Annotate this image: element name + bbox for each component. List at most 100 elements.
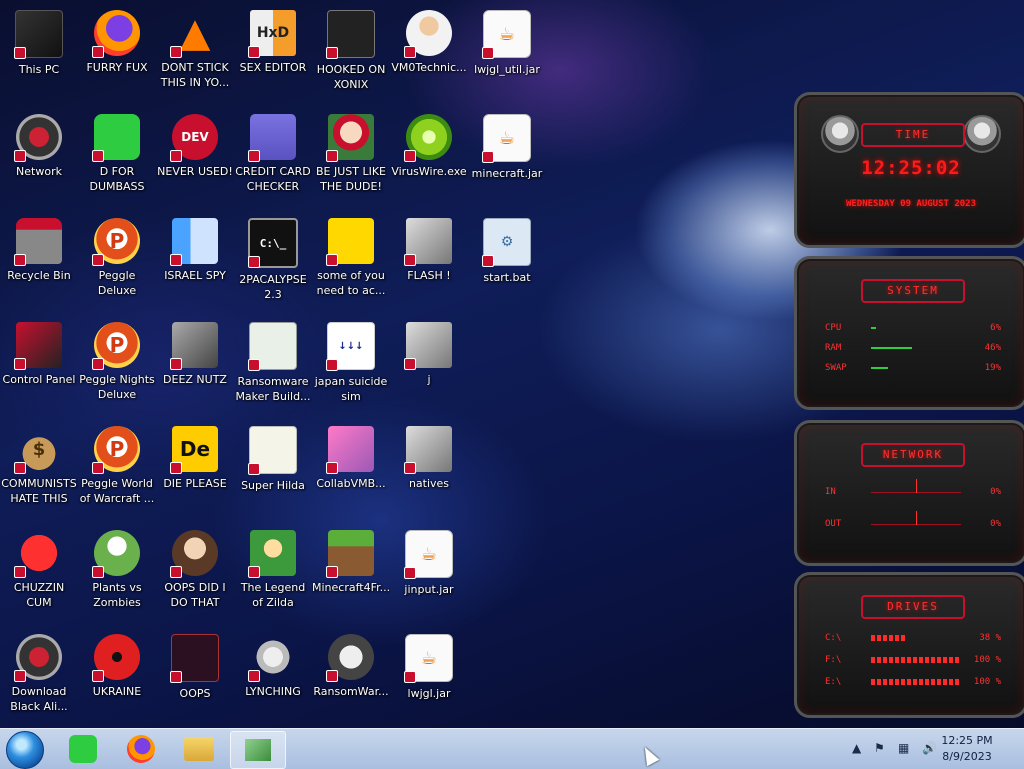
desktop-shortcut[interactable]: CollabVMB... xyxy=(312,420,390,520)
desktop-shortcut[interactable]: DEV NEVER USED! xyxy=(156,108,234,208)
this-pc-icon xyxy=(14,10,63,59)
window-app-icon xyxy=(248,322,297,371)
desktop-shortcut[interactable]: Minecraft4Fr... xyxy=(312,524,390,624)
desktop-shortcut[interactable]: HOOKED ON XONIX xyxy=(312,4,390,104)
desktop-shortcut[interactable]: natives xyxy=(390,420,468,520)
xonix-game-icon xyxy=(326,10,375,59)
shortcut-badge-icon xyxy=(248,463,260,475)
shortcut-badge-icon xyxy=(92,150,104,162)
desktop-shortcut-label: Plants vs Zombies xyxy=(92,581,142,609)
desktop-shortcut-label: LYNCHING xyxy=(245,685,301,698)
desktop-shortcut[interactable]: Ransomware Maker Build... xyxy=(234,316,312,416)
desktop-shortcut[interactable]: OOPS xyxy=(156,628,234,728)
desktop-shortcut[interactable]: ☕ lwjgl_util.jar xyxy=(468,4,546,104)
desktop-shortcut[interactable]: The Legend of Zilda xyxy=(234,524,312,624)
desktop-shortcut[interactable]: BE JUST LIKE THE DUDE! xyxy=(312,108,390,208)
shortcut-badge-icon xyxy=(248,566,260,578)
hilda-icon xyxy=(248,426,297,475)
desktop-shortcut[interactable]: D FOR DUMBASS xyxy=(78,108,156,208)
de-icon: De xyxy=(170,426,218,474)
desktop-shortcut[interactable]: ISRAEL SPY xyxy=(156,212,234,312)
network-icon[interactable]: ▦ xyxy=(898,741,909,755)
desktop-shortcut[interactable]: FLASH ! xyxy=(390,212,468,312)
desktop-shortcut[interactable]: DEEZ NUTZ xyxy=(156,316,234,416)
java-jar-icon: ☕ xyxy=(482,10,531,59)
widget-row-value: 19% xyxy=(984,363,1001,373)
action-center-flag-icon[interactable]: ⚑ xyxy=(874,741,885,755)
widget-row: C:\ 38 % xyxy=(825,631,1001,645)
shortcut-badge-icon xyxy=(326,359,338,371)
widget-row: SWAP 19% xyxy=(825,361,1001,375)
shortcut-badge-icon xyxy=(248,670,260,682)
shortcut-badge-icon xyxy=(326,462,338,474)
desktop-shortcut[interactable]: VirusWire.exe xyxy=(390,108,468,208)
widget-row-bar xyxy=(871,655,961,665)
taskbar-clock[interactable]: 12:25 PM 8/9/2023 xyxy=(932,733,1002,765)
shortcut-badge-icon xyxy=(248,150,260,162)
desktop-shortcut[interactable]: HxD SEX EDITOR xyxy=(234,4,312,104)
plants-icon xyxy=(92,530,140,578)
feedly-icon xyxy=(69,735,97,763)
desktop-shortcut[interactable]: P Peggle Nights Deluxe xyxy=(78,316,156,416)
desktop-shortcut-label: ISRAEL SPY xyxy=(164,269,226,282)
desktop-shortcut[interactable]: ⚙ start.bat xyxy=(468,212,546,312)
desktop-shortcut[interactable]: UKRAINE xyxy=(78,628,156,728)
desktop-shortcut[interactable]: Download Black Ali... xyxy=(0,628,78,728)
desktop-shortcut[interactable]: Plants vs Zombies xyxy=(78,524,156,624)
start-button[interactable] xyxy=(6,731,44,769)
desktop-shortcut[interactable]: ☕ lwjgl.jar xyxy=(390,628,468,728)
desktop-shortcut[interactable]: $ COMMUNISTS HATE THIS G... xyxy=(0,420,78,520)
desktop-shortcut[interactable]: CHUZZIN CUM xyxy=(0,524,78,624)
chevron-up-icon[interactable]: ▲ xyxy=(852,741,861,755)
drive-usage-fill xyxy=(871,635,906,641)
desktop-shortcut[interactable]: LYNCHING xyxy=(234,628,312,728)
desktop-shortcut[interactable]: CREDIT CARD CHECKER xyxy=(234,108,312,208)
alien-head-icon xyxy=(963,115,1001,153)
taskbar: ▲ ⚑ ▦ 🔊 12:25 PM 8/9/2023 xyxy=(0,728,1024,769)
taskbar-active-app-button[interactable] xyxy=(230,731,286,769)
java-jar-icon: ☕ xyxy=(404,530,453,579)
desktop-shortcut[interactable]: This PC xyxy=(0,4,78,104)
desktop-shortcut-label: UKRAINE xyxy=(92,685,142,698)
desktop-shortcut[interactable]: ▲ DONT STICK THIS IN YO... xyxy=(156,4,234,104)
network-widget: NETWORK IN 0% OUT 0% xyxy=(794,420,1024,566)
widget-row-key: OUT xyxy=(825,519,842,529)
widget-title: NETWORK xyxy=(861,443,965,467)
widget-title: SYSTEM xyxy=(861,279,965,303)
shortcut-badge-icon xyxy=(14,47,26,59)
taskbar-explorer-button[interactable] xyxy=(174,731,224,767)
shortcut-badge-icon xyxy=(14,150,26,162)
desktop-shortcut[interactable]: ☕ jinput.jar xyxy=(390,524,468,624)
taskbar-firefox-button[interactable] xyxy=(116,731,166,767)
desktop-shortcut[interactable]: De DIE PLEASE xyxy=(156,420,234,520)
widget-title: TIME xyxy=(861,123,965,147)
desktop-shortcut[interactable]: ↓↓↓ japan suicide sim xyxy=(312,316,390,416)
desktop-shortcut-label: japan suicide sim xyxy=(314,375,388,403)
java-jar-icon: ☕ xyxy=(482,114,531,163)
desktop-shortcut[interactable]: RansomWar... xyxy=(312,628,390,728)
folder-icon xyxy=(404,426,452,474)
desktop-shortcut[interactable]: FURRY FUX xyxy=(78,4,156,104)
desktop-shortcut[interactable]: j xyxy=(390,316,468,416)
desktop-shortcut[interactable]: P Peggle Deluxe xyxy=(78,212,156,312)
desktop-shortcut[interactable]: Network xyxy=(0,108,78,208)
system-widget: SYSTEM CPU 6% RAM 46% SWAP 19% xyxy=(794,256,1024,410)
shortcut-badge-icon xyxy=(170,671,182,683)
desktop-shortcut[interactable]: Recycle Bin xyxy=(0,212,78,312)
desktop-shortcut[interactable]: OOPS DID I DO THAT xyxy=(156,524,234,624)
desktop-shortcut[interactable]: P Peggle World of Warcraft ... xyxy=(78,420,156,520)
usage-fill xyxy=(871,327,877,329)
stack-icon xyxy=(170,322,218,370)
desktop-shortcut[interactable]: some of you need to ac... xyxy=(312,212,390,312)
widget-row-key: C:\ xyxy=(825,633,842,643)
desktop-shortcut[interactable]: ☕ minecraft.jar xyxy=(468,108,546,208)
shortcut-badge-icon xyxy=(248,46,260,58)
desktop-shortcut[interactable]: VM0Technic... xyxy=(390,4,468,104)
shortcut-badge-icon xyxy=(326,670,338,682)
desktop-shortcut[interactable]: C:\_ 2PACALYPSE 2.3 xyxy=(234,212,312,312)
taskbar-feedly-button[interactable] xyxy=(58,731,108,767)
batch-file-icon: ⚙ xyxy=(482,218,531,267)
desktop-shortcut[interactable]: Super Hilda xyxy=(234,420,312,520)
desktop-shortcut[interactable]: Control Panel xyxy=(0,316,78,416)
widget-row-value: 100 % xyxy=(973,655,1001,665)
